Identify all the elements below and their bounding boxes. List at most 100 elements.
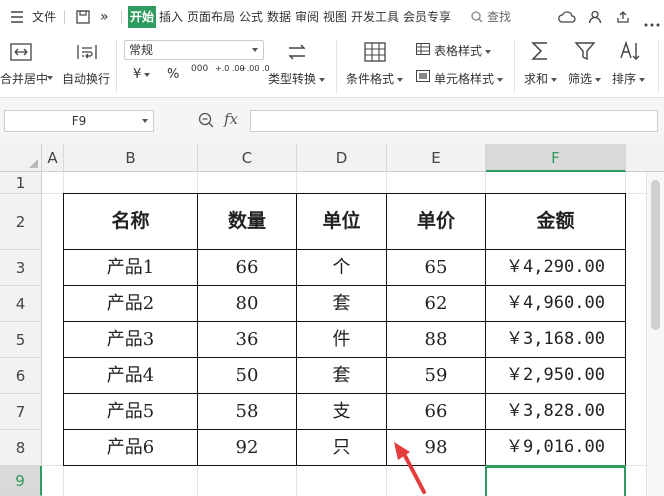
active-cell-f9[interactable] <box>487 468 624 496</box>
column-header-c[interactable]: C <box>198 144 297 172</box>
table-cell[interactable]: 66 <box>198 250 296 285</box>
tab-insert[interactable]: 插入 <box>159 0 183 34</box>
row-header-3[interactable]: 3 <box>0 250 42 286</box>
column-header-f[interactable]: F <box>486 144 626 172</box>
table-cell[interactable]: 36 <box>198 322 296 357</box>
table-cell[interactable]: 产品3 <box>64 322 197 357</box>
thousands-separator-button[interactable]: 000 <box>191 64 208 74</box>
cloud-sync-icon[interactable] <box>558 10 576 27</box>
insert-function-button[interactable]: fx <box>224 110 238 128</box>
table-cell[interactable]: 92 <box>198 430 296 465</box>
table-cell[interactable]: 产品6 <box>64 430 197 465</box>
filter-button[interactable]: 筛选 <box>568 70 602 87</box>
tab-data[interactable]: 数据 <box>267 0 291 34</box>
table-cell[interactable]: 产品4 <box>64 358 197 393</box>
sort-button[interactable]: 排序 <box>612 70 646 87</box>
table-cell[interactable]: 产品2 <box>64 286 197 321</box>
collaborate-user-icon[interactable] <box>588 10 602 27</box>
search-icon[interactable] <box>471 11 483 26</box>
table-cell[interactable]: ￥3,828.00 <box>486 394 625 429</box>
table-header-amount[interactable]: 金额 <box>486 194 625 249</box>
tab-formulas[interactable]: 公式 <box>239 0 263 34</box>
table-cell[interactable]: ￥4,290.00 <box>486 250 625 285</box>
decrease-decimal-button[interactable]: +.00 .0 <box>240 64 270 73</box>
increase-decimal-button[interactable]: +.0 .00 <box>215 64 245 73</box>
table-cell[interactable]: 88 <box>387 322 485 357</box>
column-header-b[interactable]: B <box>64 144 198 172</box>
row-header-4[interactable]: 4 <box>0 286 42 322</box>
table-cell[interactable]: ￥2,950.00 <box>486 358 625 393</box>
table-cell[interactable]: 50 <box>198 358 296 393</box>
table-cell[interactable]: ￥9,016.00 <box>486 430 625 465</box>
currency-button[interactable]: ¥ <box>133 67 151 82</box>
table-header-name[interactable]: 名称 <box>64 194 197 249</box>
type-convert-button[interactable]: 类型转换 <box>268 70 326 87</box>
tab-member[interactable]: 会员专享 <box>403 0 451 34</box>
share-icon[interactable] <box>616 10 630 27</box>
select-all-corner[interactable] <box>0 144 42 172</box>
row-header-7[interactable]: 7 <box>0 394 42 430</box>
menu-more-button[interactable]: » <box>100 0 109 34</box>
table-cell[interactable]: 59 <box>387 358 485 393</box>
more-options-icon[interactable] <box>644 16 660 30</box>
conditional-format-icon[interactable] <box>364 42 386 65</box>
table-cell[interactable]: 件 <box>297 322 386 357</box>
table-cell[interactable]: 58 <box>198 394 296 429</box>
conditional-format-button[interactable]: 条件格式 <box>346 70 404 87</box>
column-header-a[interactable]: A <box>42 144 64 172</box>
tab-home[interactable]: 开始 <box>128 6 157 28</box>
table-header-quantity[interactable]: 数量 <box>198 194 296 249</box>
table-cell[interactable]: 65 <box>387 250 485 285</box>
tab-view[interactable]: 视图 <box>323 0 347 34</box>
row-header-1[interactable]: 1 <box>0 172 42 194</box>
convert-arrows-icon[interactable] <box>286 42 308 65</box>
table-cell[interactable]: 套 <box>297 358 386 393</box>
number-format-select[interactable]: 常规 <box>124 40 264 60</box>
column-header-d[interactable]: D <box>297 144 387 172</box>
row-header-2[interactable]: 2 <box>0 194 42 250</box>
table-cell[interactable]: 产品1 <box>64 250 197 285</box>
row-header-6[interactable]: 6 <box>0 358 42 394</box>
table-cell[interactable]: 个 <box>297 250 386 285</box>
merge-center-icon[interactable] <box>10 42 32 65</box>
formula-input[interactable] <box>250 110 658 132</box>
cell-style-button[interactable]: 单元格样式 <box>434 70 504 87</box>
merge-center-button[interactable]: 合并居中 <box>0 70 52 87</box>
row-header-8[interactable]: 8 <box>0 430 42 466</box>
sort-icon[interactable] <box>618 40 642 65</box>
row-header-9[interactable]: 9 <box>0 466 42 496</box>
cell-style-icon[interactable] <box>416 70 430 85</box>
table-cell[interactable]: ￥4,960.00 <box>486 286 625 321</box>
menu-file[interactable]: 文件 <box>32 0 56 34</box>
table-cell[interactable]: 62 <box>387 286 485 321</box>
table-cell[interactable]: ￥3,168.00 <box>486 322 625 357</box>
table-style-icon[interactable] <box>416 43 430 58</box>
table-cell[interactable]: 80 <box>198 286 296 321</box>
table-header-unit[interactable]: 单位 <box>297 194 386 249</box>
sum-sigma-icon[interactable] <box>530 40 550 65</box>
filter-funnel-icon[interactable] <box>574 40 596 65</box>
wrap-text-icon[interactable] <box>76 42 98 65</box>
table-cell[interactable]: 套 <box>297 286 386 321</box>
column-header-e[interactable]: E <box>387 144 486 172</box>
row-header-5[interactable]: 5 <box>0 322 42 358</box>
sum-button[interactable]: 求和 <box>524 70 558 87</box>
table-cell[interactable]: 只 <box>297 430 386 465</box>
tab-review[interactable]: 审阅 <box>295 0 319 34</box>
table-style-button[interactable]: 表格样式 <box>434 42 492 59</box>
vertical-scrollbar[interactable] <box>646 172 664 496</box>
tab-developer[interactable]: 开发工具 <box>351 0 399 34</box>
table-cell[interactable]: 支 <box>297 394 386 429</box>
zoom-search-icon[interactable] <box>198 112 214 131</box>
table-header-unit-price[interactable]: 单价 <box>387 194 485 249</box>
table-cell[interactable]: 66 <box>387 394 485 429</box>
scrollbar-thumb[interactable] <box>651 180 660 330</box>
table-cell[interactable]: 产品5 <box>64 394 197 429</box>
tab-page-layout[interactable]: 页面布局 <box>187 0 235 34</box>
name-box[interactable]: F9 <box>4 110 154 132</box>
wrap-text-button[interactable]: 自动换行 <box>62 70 110 87</box>
merge-dropdown-caret[interactable] <box>47 76 53 80</box>
percent-button[interactable]: % <box>167 67 179 82</box>
search-button[interactable]: 查找 <box>487 0 511 34</box>
save-icon[interactable] <box>76 10 90 27</box>
